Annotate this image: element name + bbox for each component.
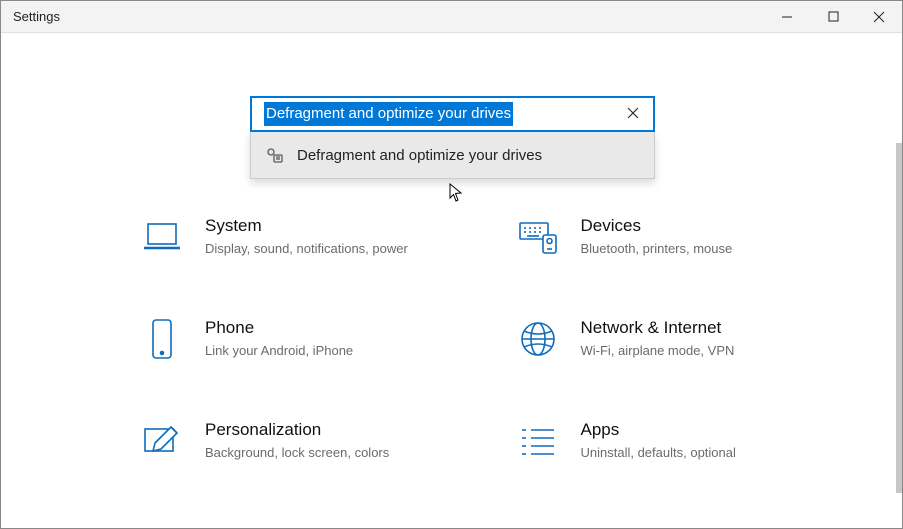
tile-desc: Bluetooth, printers, mouse bbox=[581, 240, 733, 258]
tile-desc: Uninstall, defaults, optional bbox=[581, 444, 736, 462]
close-button[interactable] bbox=[856, 1, 902, 32]
laptop-icon bbox=[141, 216, 183, 258]
keyboard-icon bbox=[517, 216, 559, 258]
tile-desc: Wi-Fi, airplane mode, VPN bbox=[581, 342, 735, 360]
settings-tiles: System Display, sound, notifications, po… bbox=[141, 216, 862, 462]
tile-system[interactable]: System Display, sound, notifications, po… bbox=[141, 216, 487, 258]
globe-icon bbox=[517, 318, 559, 360]
titlebar: Settings bbox=[1, 1, 902, 33]
apps-icon bbox=[517, 420, 559, 462]
tile-name: Devices bbox=[581, 216, 733, 236]
tile-phone[interactable]: Phone Link your Android, iPhone bbox=[141, 318, 487, 360]
tile-personalization[interactable]: Personalization Background, lock screen,… bbox=[141, 420, 487, 462]
search-container: Defragment and optimize your drives bbox=[250, 96, 655, 179]
search-input[interactable]: Defragment and optimize your drives bbox=[250, 96, 655, 132]
clear-search-icon[interactable] bbox=[621, 106, 645, 122]
scrollbar[interactable] bbox=[896, 143, 902, 493]
tile-network[interactable]: Network & Internet Wi-Fi, airplane mode,… bbox=[517, 318, 863, 360]
tile-name: System bbox=[205, 216, 408, 236]
tile-name: Network & Internet bbox=[581, 318, 735, 338]
tile-desc: Display, sound, notifications, power bbox=[205, 240, 408, 258]
phone-icon bbox=[141, 318, 183, 360]
window-title: Settings bbox=[13, 9, 60, 24]
tile-name: Phone bbox=[205, 318, 353, 338]
tile-name: Apps bbox=[581, 420, 736, 440]
minimize-button[interactable] bbox=[764, 1, 810, 32]
search-value-selected: Defragment and optimize your drives bbox=[264, 102, 513, 126]
tile-name: Personalization bbox=[205, 420, 389, 440]
gear-tool-icon bbox=[265, 146, 283, 164]
settings-window: Settings Defragment and optimize your dr… bbox=[0, 0, 903, 529]
search-suggestion-item[interactable]: Defragment and optimize your drives bbox=[251, 132, 654, 178]
tile-apps[interactable]: Apps Uninstall, defaults, optional bbox=[517, 420, 863, 462]
search-suggestions: Defragment and optimize your drives bbox=[250, 132, 655, 179]
window-buttons bbox=[764, 1, 902, 32]
search-suggestion-label: Defragment and optimize your drives bbox=[297, 147, 542, 164]
content-area: Defragment and optimize your drives bbox=[1, 33, 902, 528]
pen-icon bbox=[141, 420, 183, 462]
mouse-cursor bbox=[449, 183, 463, 203]
tile-desc: Link your Android, iPhone bbox=[205, 342, 353, 360]
maximize-button[interactable] bbox=[810, 1, 856, 32]
tile-devices[interactable]: Devices Bluetooth, printers, mouse bbox=[517, 216, 863, 258]
tile-desc: Background, lock screen, colors bbox=[205, 444, 389, 462]
